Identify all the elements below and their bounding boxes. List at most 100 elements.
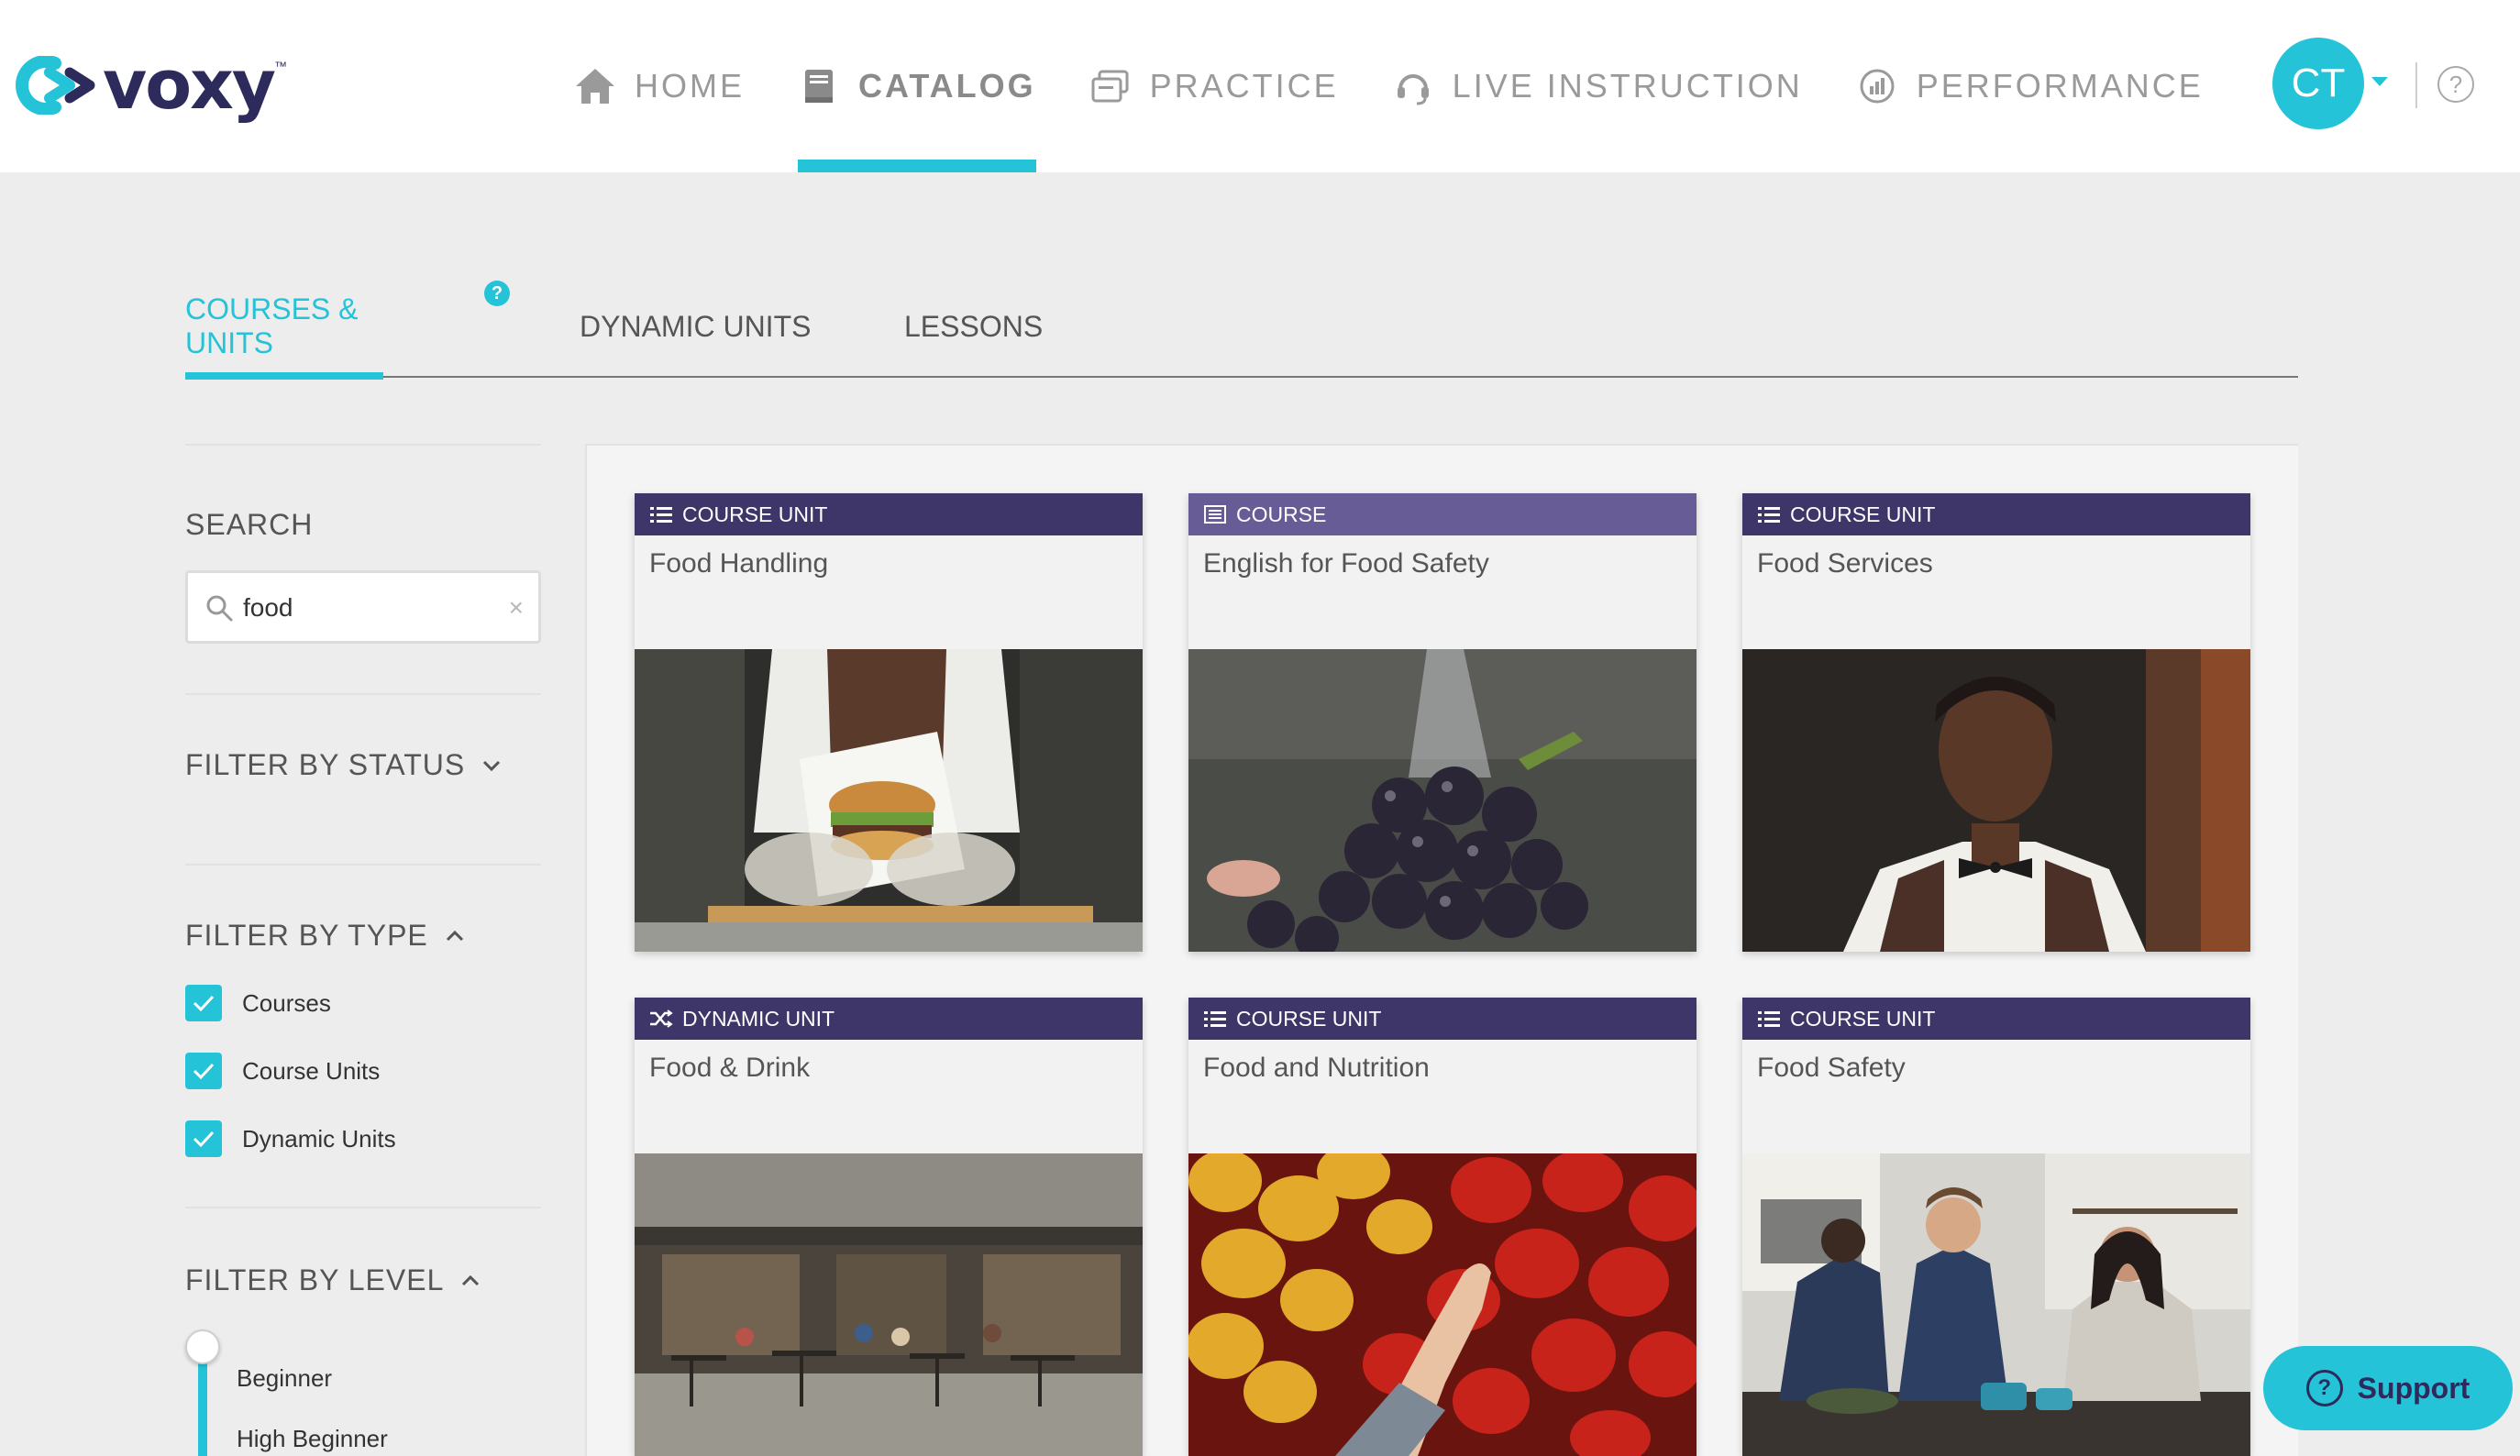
logo-wordmark: voxy	[103, 46, 276, 125]
burger-photo	[635, 649, 1143, 952]
tab-courses-units[interactable]: COURSES & UNITS	[185, 275, 383, 380]
divider	[185, 1207, 541, 1208]
card-type-band: COURSE UNIT	[1742, 998, 2250, 1040]
clear-icon[interactable]: ×	[509, 593, 524, 623]
chevron-down-icon	[483, 760, 501, 771]
tab-lessons[interactable]: LESSONS	[904, 275, 1043, 378]
card-type-label: COURSE UNIT	[682, 502, 828, 526]
level-slider-handle[interactable]	[185, 1329, 220, 1364]
voxy-logo[interactable]: voxy ™	[13, 46, 287, 125]
list-icon	[1203, 1009, 1227, 1029]
tab-dynamic-units-label: DYNAMIC UNITS	[580, 309, 812, 343]
chevron-up-icon	[462, 1274, 480, 1285]
nav-live-instruction[interactable]: LIVE INSTRUCTION	[1392, 0, 1803, 172]
filter-status-label: FILTER BY STATUS	[185, 748, 466, 781]
catalog-card-english-food-safety[interactable]: COURSE English for Food Safety	[1188, 493, 1697, 952]
catalog-card-food-handling[interactable]: COURSE UNIT Food Handling	[635, 493, 1143, 952]
tab-dynamic-units[interactable]: DYNAMIC UNITS	[580, 275, 811, 378]
chart-icon	[1856, 65, 1898, 107]
search-field[interactable]: ×	[185, 570, 541, 644]
book-icon	[798, 65, 840, 107]
card-title[interactable]: Food Safety	[1742, 1040, 2250, 1153]
server-photo	[1742, 649, 2250, 952]
support-label: Support	[2357, 1371, 2470, 1405]
main-nav: HOME CATALOG PRACTICE LIVE INSTRUCTION P…	[574, 0, 2257, 172]
divider	[2415, 62, 2417, 108]
chevron-up-icon	[446, 930, 463, 941]
support-button[interactable]: ? Support	[2263, 1346, 2513, 1430]
search-input[interactable]	[243, 586, 500, 630]
card-type-label: COURSE UNIT	[1790, 1006, 1936, 1031]
filter-type-toggle[interactable]: FILTER BY TYPE	[185, 919, 467, 953]
peppers-photo	[1188, 1153, 1697, 1456]
card-type-label: COURSE UNIT	[1236, 1006, 1382, 1031]
divider	[185, 864, 541, 866]
type-option-label: Course Units	[242, 1056, 381, 1085]
filter-level-label: FILTER BY LEVEL	[185, 1263, 445, 1296]
course-icon	[1203, 504, 1227, 524]
top-navigation-bar: voxy ™ HOME CATALOG PRACTICE LIVE INSTRU…	[0, 0, 2520, 172]
checkbox-checked-icon[interactable]	[185, 1053, 222, 1089]
catalog-card-food-services[interactable]: COURSE UNIT Food Services	[1742, 493, 2250, 952]
list-icon	[1757, 1009, 1781, 1029]
card-type-label: COURSE	[1236, 502, 1327, 526]
nav-practice-label: PRACTICE	[1149, 67, 1339, 105]
card-type-band: COURSE UNIT	[1188, 998, 1697, 1040]
checkbox-checked-icon[interactable]	[185, 1120, 222, 1157]
help-icon[interactable]: ?	[2437, 66, 2474, 103]
nav-home[interactable]: HOME	[574, 0, 745, 172]
card-type-band: DYNAMIC UNIT	[635, 998, 1143, 1040]
voxy-logo-mark	[16, 56, 95, 115]
nav-home-label: HOME	[635, 67, 745, 105]
level-label-high-beginner[interactable]: High Beginner	[237, 1425, 388, 1453]
cafe-photo	[635, 1153, 1143, 1456]
card-title[interactable]: Food and Nutrition	[1188, 1040, 1697, 1153]
nav-practice[interactable]: PRACTICE	[1089, 0, 1339, 172]
results-panel: COURSE UNIT Food Handling COURSE English…	[585, 444, 2298, 1456]
list-icon	[1757, 504, 1781, 524]
practice-icon	[1089, 65, 1132, 107]
type-option-label: Courses	[242, 988, 331, 1017]
catalog-card-food-safety[interactable]: COURSE UNIT Food Safety	[1742, 998, 2250, 1456]
nav-catalog-label: CATALOG	[858, 67, 1036, 105]
card-title[interactable]: Food & Drink	[635, 1040, 1143, 1153]
card-type-label: COURSE UNIT	[1790, 502, 1936, 526]
card-type-band: COURSE	[1188, 493, 1697, 535]
home-icon	[574, 65, 616, 107]
divider	[185, 693, 541, 695]
logo-trademark: ™	[274, 59, 288, 73]
type-option-course-units[interactable]: Course Units	[185, 1053, 380, 1089]
search-heading: SEARCH	[185, 508, 314, 541]
catalog-tabs: COURSES & UNITS ? DYNAMIC UNITS LESSONS	[185, 275, 2298, 380]
checkbox-checked-icon[interactable]	[185, 985, 222, 1021]
catalog-card-food-drink[interactable]: DYNAMIC UNIT Food & Drink	[635, 998, 1143, 1456]
nav-performance[interactable]: PERFORMANCE	[1856, 0, 2204, 172]
tab-courses-units-label: COURSES & UNITS	[185, 292, 359, 359]
question-icon: ?	[2305, 1370, 2343, 1406]
filter-level-toggle[interactable]: FILTER BY LEVEL	[185, 1263, 482, 1297]
card-title[interactable]: Food Services	[1742, 535, 2250, 649]
user-avatar[interactable]: CT	[2272, 38, 2364, 129]
filter-type-label: FILTER BY TYPE	[185, 919, 428, 952]
nav-live-instruction-label: LIVE INSTRUCTION	[1452, 67, 1803, 105]
info-badge-icon[interactable]: ?	[484, 281, 510, 306]
filter-status-toggle[interactable]: FILTER BY STATUS	[185, 748, 503, 782]
chevron-down-icon[interactable]	[2371, 77, 2388, 86]
tab-lessons-label: LESSONS	[904, 309, 1044, 343]
card-title[interactable]: English for Food Safety	[1188, 535, 1697, 649]
search-icon	[206, 595, 233, 622]
nav-catalog[interactable]: CATALOG	[798, 0, 1036, 172]
list-icon	[649, 504, 673, 524]
nav-performance-label: PERFORMANCE	[1916, 67, 2204, 105]
card-title[interactable]: Food Handling	[635, 535, 1143, 649]
catalog-card-food-nutrition[interactable]: COURSE UNIT Food and Nutrition	[1188, 998, 1697, 1456]
headset-icon	[1392, 65, 1434, 107]
shuffle-icon	[649, 1009, 673, 1029]
type-option-dynamic-units[interactable]: Dynamic Units	[185, 1120, 396, 1157]
card-type-band: COURSE UNIT	[635, 493, 1143, 535]
type-option-courses[interactable]: Courses	[185, 985, 331, 1021]
grapes-photo	[1188, 649, 1697, 952]
level-label-beginner[interactable]: Beginner	[237, 1364, 332, 1393]
kitchen-photo	[1742, 1153, 2250, 1456]
card-type-label: DYNAMIC UNIT	[682, 1006, 835, 1031]
